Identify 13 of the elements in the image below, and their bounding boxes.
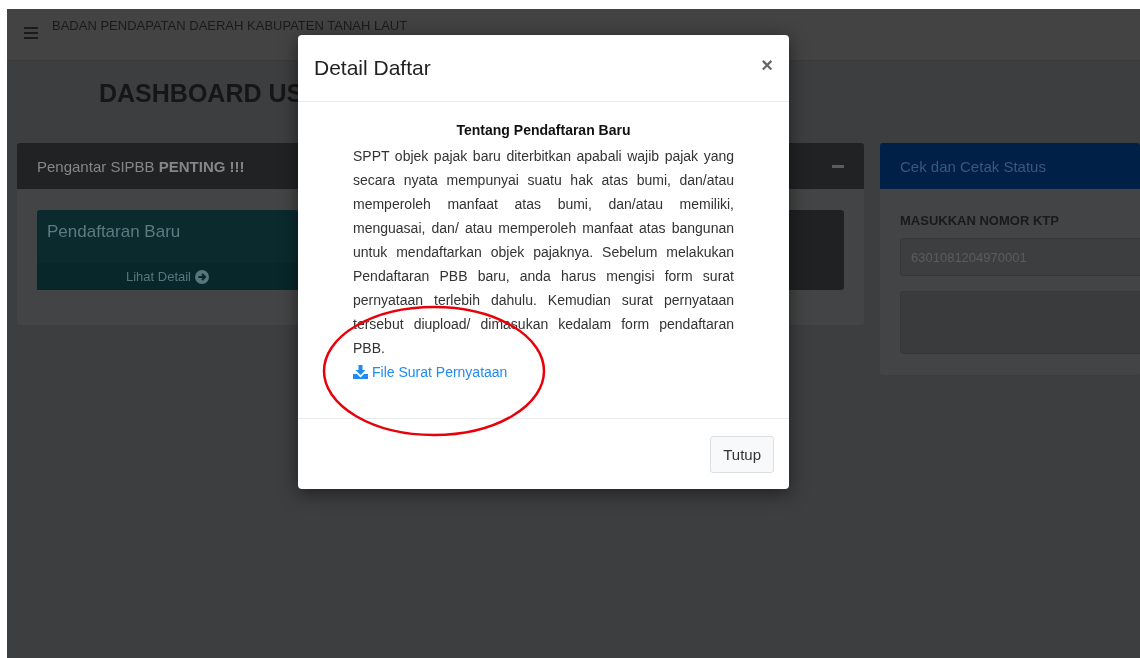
close-button[interactable]: × xyxy=(761,53,773,83)
menu-icon[interactable] xyxy=(24,27,38,39)
download-link[interactable]: File Surat Pernyataan xyxy=(353,360,508,384)
arrow-circle-icon xyxy=(195,269,209,284)
download-icon xyxy=(353,365,368,379)
dialog-title: Detail Daftar xyxy=(314,56,431,80)
collapse-icon[interactable] xyxy=(832,164,844,168)
card-title: Pengantar SIPBB PENTING !!! xyxy=(37,157,245,175)
box-title: Pendaftaran Baru xyxy=(47,222,181,241)
close-dialog-button[interactable]: Tutup xyxy=(710,435,774,473)
section-heading: Tentang Pendaftaran Baru xyxy=(456,122,631,138)
detail-link[interactable]: Lihat Detail xyxy=(37,263,298,290)
card-title: Cek dan Cetak Status xyxy=(900,157,1046,175)
